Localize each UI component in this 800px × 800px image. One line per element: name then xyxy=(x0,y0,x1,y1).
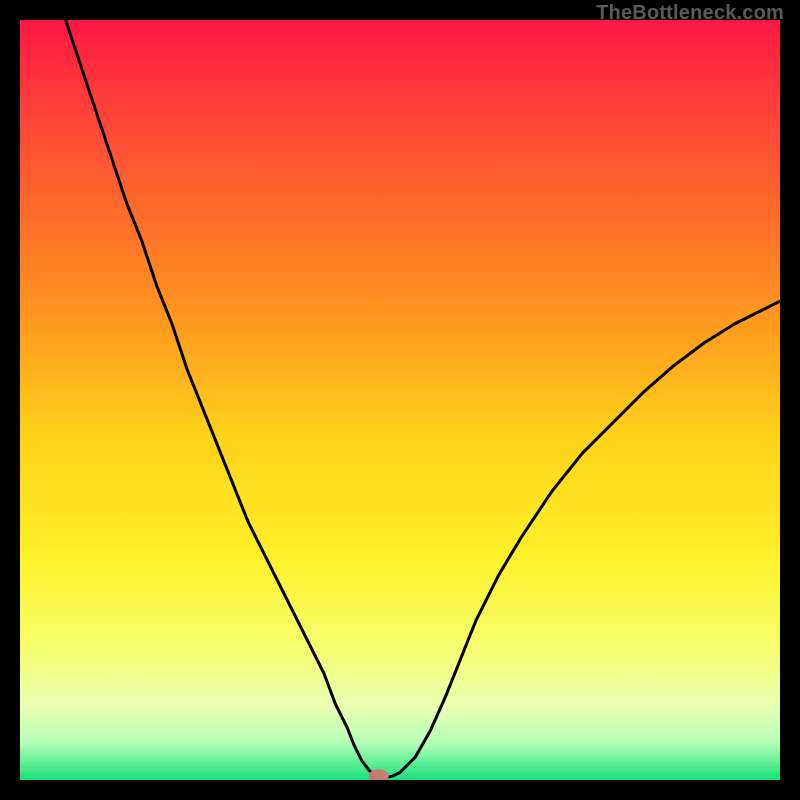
chart-outer-frame: TheBottleneck.com xyxy=(0,0,800,800)
chart-plot-area xyxy=(20,20,780,780)
watermark-text: TheBottleneck.com xyxy=(596,2,784,25)
chart-svg xyxy=(20,20,780,780)
chart-background-gradient xyxy=(20,20,780,780)
